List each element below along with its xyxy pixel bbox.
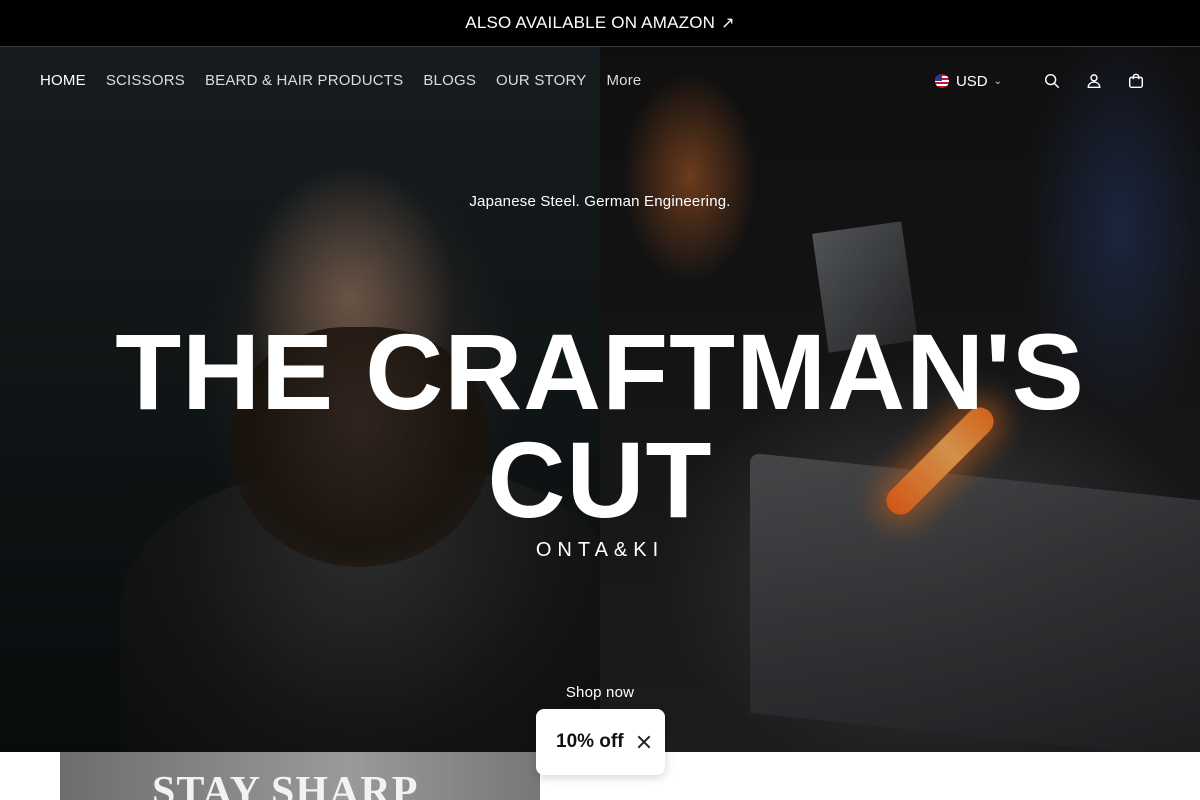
- stay-sharp-banner: STAY SHARP: [60, 752, 540, 800]
- announcement-text: ALSO AVAILABLE ON AMAZON: [465, 13, 716, 32]
- shop-now-container: Shop now: [0, 684, 1200, 702]
- external-link-arrow-icon: ↗: [721, 15, 735, 32]
- stay-sharp-heading: STAY SHARP: [152, 769, 419, 800]
- currency-label: USD: [955, 72, 988, 90]
- chevron-down-icon: ⌄: [993, 75, 1002, 87]
- currency-selector[interactable]: USD ⌄: [934, 72, 1002, 90]
- nav-item-more[interactable]: More: [606, 72, 641, 89]
- close-icon[interactable]: [636, 734, 652, 750]
- nav-item-scissors[interactable]: SCISSORS: [106, 72, 185, 89]
- shop-now-link[interactable]: Shop now: [566, 684, 634, 701]
- nav-item-our-story[interactable]: OUR STORY: [496, 72, 586, 89]
- header-tools: USD ⌄: [934, 69, 1148, 93]
- us-flag-icon: [934, 74, 949, 88]
- cart-icon[interactable]: [1124, 69, 1148, 93]
- nav-item-home[interactable]: HOME: [40, 72, 86, 89]
- main-nav: HOME SCISSORS BEARD & HAIR PRODUCTS BLOG…: [40, 72, 661, 89]
- account-icon[interactable]: [1082, 69, 1106, 93]
- discount-popup[interactable]: 10% off: [536, 709, 665, 775]
- nav-item-beard-hair-products[interactable]: BEARD & HAIR PRODUCTS: [205, 72, 403, 89]
- site-header: HOME SCISSORS BEARD & HAIR PRODUCTS BLOG…: [0, 47, 1200, 117]
- hero-subtitle: Japanese Steel. German Engineering.: [469, 193, 731, 210]
- search-icon[interactable]: [1040, 69, 1064, 93]
- discount-label[interactable]: 10% off: [556, 731, 624, 753]
- hero-title: THE CRAFTMAN'S CUT: [115, 311, 1085, 540]
- nav-item-blogs[interactable]: BLOGS: [423, 72, 476, 89]
- announcement-bar[interactable]: ALSO AVAILABLE ON AMAZON ↗: [0, 0, 1200, 47]
- brand-logo: ONTA&KI: [535, 539, 665, 561]
